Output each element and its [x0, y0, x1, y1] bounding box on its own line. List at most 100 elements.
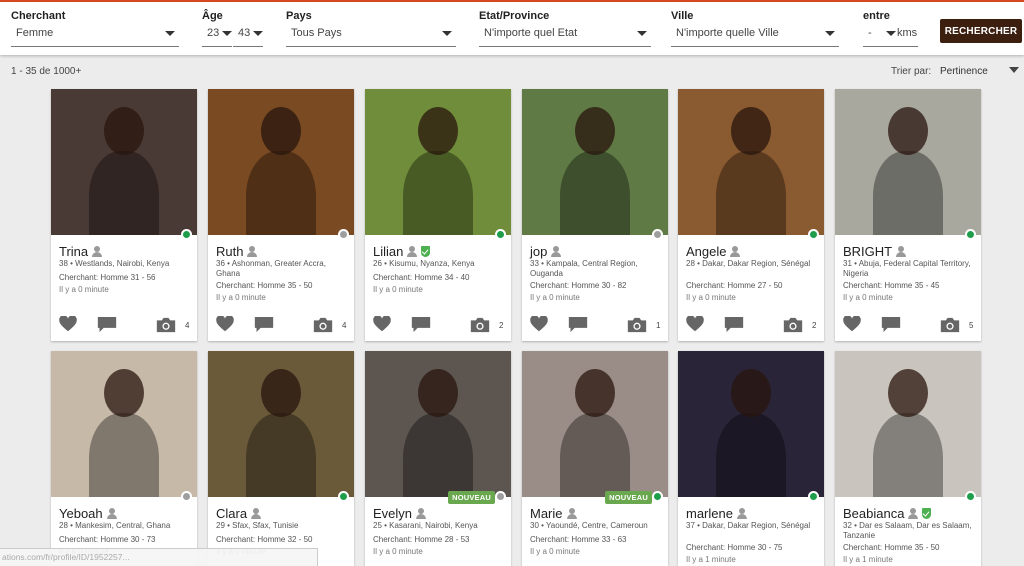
chat-icon[interactable] [881, 316, 901, 333]
distance-value: - [868, 27, 872, 39]
online-status-dot [181, 491, 192, 502]
user-icon [896, 245, 907, 257]
profile-card[interactable]: Lilian 26 • Kisumu, Nyanza, Kenya Cherch… [365, 89, 511, 341]
heart-icon[interactable] [59, 315, 77, 332]
heart-icon[interactable] [530, 315, 548, 332]
profile-photo[interactable] [835, 351, 981, 497]
camera-icon[interactable] [470, 317, 490, 333]
profile-last-seen: Il y a 0 minute [530, 547, 580, 556]
shield-check-icon [421, 245, 431, 257]
sort-select[interactable]: Pertinence [940, 66, 988, 77]
profile-card[interactable]: Trina 38 • Westlands, Nairobi, Kenya Che… [51, 89, 197, 341]
profile-card[interactable]: marlene 37 • Dakar, Dakar Region, Sénéga… [678, 351, 824, 566]
profile-photo[interactable] [522, 351, 668, 497]
profile-name-line: jop [530, 243, 562, 259]
chat-icon[interactable] [411, 316, 431, 333]
profile-name[interactable]: Marie [530, 506, 563, 521]
online-status-dot [338, 229, 349, 240]
profile-card[interactable]: Ruth 36 • Ashonman, Greater Accra, Ghana… [208, 89, 354, 341]
camera-icon[interactable] [156, 317, 176, 333]
profile-name-line: Trina [59, 243, 103, 259]
profile-location: 28 • Mankesim, Central, Ghana [59, 521, 171, 530]
profile-name[interactable]: Evelyn [373, 506, 412, 521]
online-status-dot [965, 229, 976, 240]
profile-name[interactable]: Yeboah [59, 506, 103, 521]
search-button[interactable]: RECHERCHER [940, 19, 1022, 43]
profile-name[interactable]: marlene [686, 506, 733, 521]
camera-icon[interactable] [940, 317, 960, 333]
profile-name[interactable]: Trina [59, 244, 88, 259]
profile-name[interactable]: Angele [686, 244, 726, 259]
profile-location: 26 • Kisumu, Nyanza, Kenya [373, 259, 475, 268]
profile-name[interactable]: jop [530, 244, 547, 259]
profile-photo[interactable] [835, 89, 981, 235]
photo-figure [873, 151, 943, 235]
age-max-select[interactable]: 43 [233, 21, 263, 47]
chat-icon[interactable] [254, 316, 274, 333]
country-select[interactable]: Tous Pays [286, 21, 456, 47]
profile-photo[interactable] [678, 351, 824, 497]
photo-figure [246, 413, 316, 497]
profile-photo[interactable] [208, 351, 354, 497]
distance-unit: kms [896, 21, 918, 47]
chevron-down-icon[interactable] [1009, 67, 1019, 73]
profile-location: 31 • Abuja, Federal Capital Territory, N… [843, 259, 971, 278]
profile-photo[interactable] [208, 89, 354, 235]
chevron-down-icon [165, 31, 175, 36]
heart-icon[interactable] [373, 315, 391, 332]
profile-card[interactable]: Clara 29 • Sfax, Sfax, Tunisie Cherchant… [208, 351, 354, 566]
chevron-down-icon [886, 31, 896, 36]
profile-card[interactable]: Angele 28 • Dakar, Dakar Region, Sénégal… [678, 89, 824, 341]
profile-card[interactable]: BRIGHT 31 • Abuja, Federal Capital Terri… [835, 89, 981, 341]
online-status-dot [495, 491, 506, 502]
chat-icon[interactable] [97, 316, 117, 333]
profile-last-seen: Il y a 1 minute [843, 555, 893, 564]
card-actions: 4 [208, 314, 354, 336]
profile-name[interactable]: BRIGHT [843, 244, 892, 259]
photo-figure-head [261, 107, 301, 155]
search-filter-bar: Cherchant Femme Âge 23 43 Pays Tous Pays… [0, 0, 1024, 55]
photo-figure-head [575, 369, 615, 417]
profile-photo[interactable] [365, 89, 511, 235]
chat-icon[interactable] [568, 316, 588, 333]
user-icon [407, 245, 418, 257]
camera-icon[interactable] [783, 317, 803, 333]
profile-location: 32 • Dar es Salaam, Dar es Salaam, Tanza… [843, 521, 972, 540]
seeking-select[interactable]: Femme [11, 21, 179, 47]
profile-name[interactable]: Clara [216, 506, 247, 521]
profile-photo[interactable] [365, 351, 511, 497]
profile-seeking: Cherchant: Homme 33 - 63 [530, 535, 627, 544]
profile-photo[interactable] [522, 89, 668, 235]
city-select[interactable]: N'importe quelle Ville [671, 21, 839, 47]
profile-photo[interactable] [51, 89, 197, 235]
age-min-select[interactable]: 23 [202, 21, 232, 47]
profile-last-seen: Il y a 0 minute [843, 293, 893, 302]
heart-icon[interactable] [686, 315, 704, 332]
profile-card[interactable]: Yeboah 28 • Mankesim, Central, Ghana Che… [51, 351, 197, 566]
state-select[interactable]: N'importe quel Etat [479, 21, 651, 47]
profile-card[interactable]: NOUVEAU Evelyn 25 • Kasarani, Nairobi, K… [365, 351, 511, 566]
profile-seeking: Cherchant: Homme 27 - 50 [686, 281, 783, 290]
profile-photo[interactable] [51, 351, 197, 497]
user-icon [566, 507, 577, 519]
card-actions: 2 [678, 314, 824, 336]
camera-icon[interactable] [313, 317, 333, 333]
profile-card[interactable]: jop 33 • Kampala, Central Region, Ougand… [522, 89, 668, 341]
profile-name[interactable]: Beabianca [843, 506, 904, 521]
photo-figure-head [731, 369, 771, 417]
profile-name[interactable]: Lilian [373, 244, 403, 259]
status-url: ations.com/fr/profile/ID/1952257... [0, 548, 318, 566]
heart-icon[interactable] [843, 315, 861, 332]
profile-card[interactable]: NOUVEAU Marie 30 • Yaoundé, Centre, Came… [522, 351, 668, 566]
distance-select[interactable]: - [863, 21, 896, 47]
profile-photo[interactable] [678, 89, 824, 235]
camera-icon[interactable] [627, 317, 647, 333]
profile-name[interactable]: Ruth [216, 244, 243, 259]
profile-card[interactable]: Beabianca 32 • Dar es Salaam, Dar es Sal… [835, 351, 981, 566]
chat-icon[interactable] [724, 316, 744, 333]
photo-figure-head [104, 369, 144, 417]
heart-icon[interactable] [216, 315, 234, 332]
photo-figure [403, 151, 473, 235]
profile-seeking: Cherchant: Homme 30 - 82 [530, 281, 627, 290]
profile-name-line: Evelyn [373, 505, 427, 521]
